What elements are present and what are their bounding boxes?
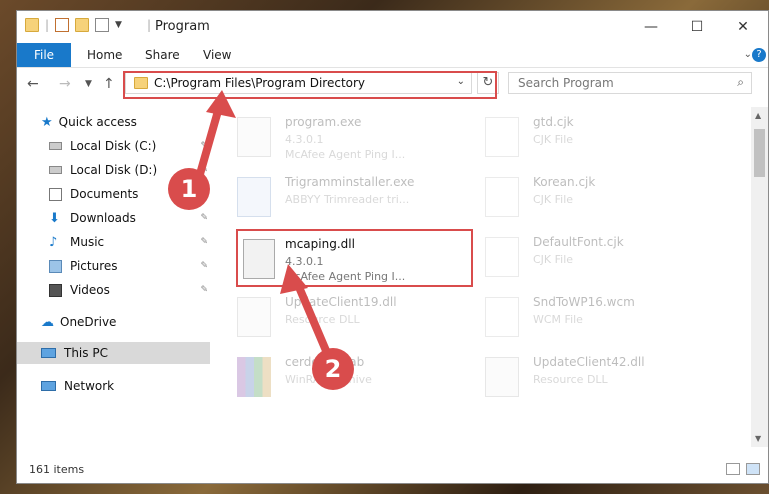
step-2-badge: 2 (312, 348, 354, 390)
step-1-badge: 1 (168, 168, 210, 210)
arrow-2-shaft (292, 276, 334, 364)
annotation-arrows (192, 90, 334, 364)
arrow-1-head (206, 90, 236, 118)
